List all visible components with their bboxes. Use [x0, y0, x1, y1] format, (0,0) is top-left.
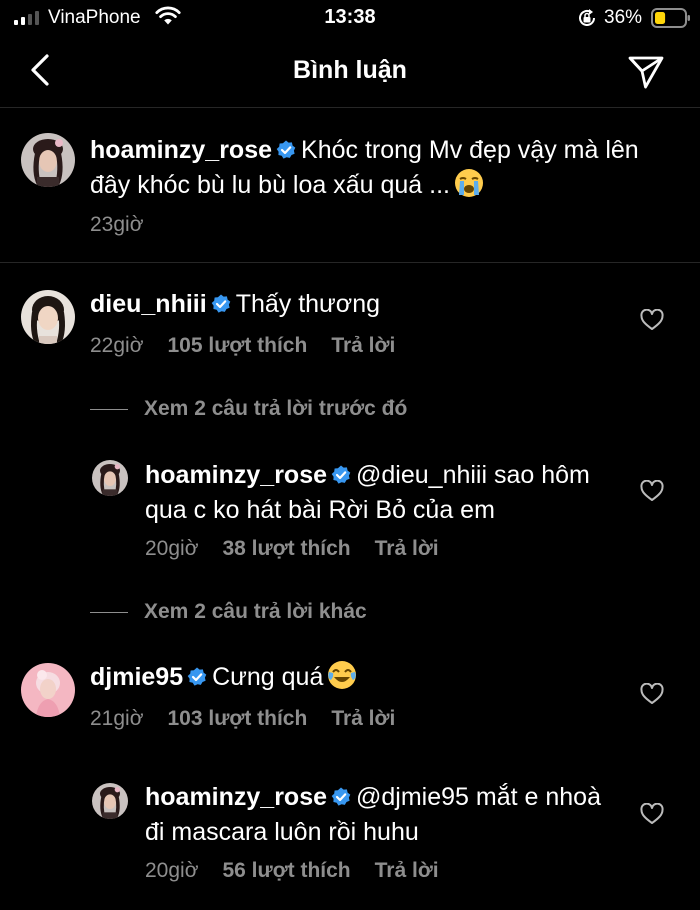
like-count[interactable]: 105 lượt thích — [167, 334, 307, 357]
avatar[interactable] — [21, 290, 75, 344]
avatar[interactable] — [92, 460, 128, 496]
post-caption: hoaminzy_rose Khóc trong Mv đẹp vậy mà lê… — [0, 108, 700, 263]
reply-button[interactable]: Trả lời — [375, 537, 439, 560]
verified-badge-icon — [211, 294, 230, 313]
battery-percentage: 36% — [604, 7, 643, 28]
caption-text: hoaminzy_rose Khóc trong Mv đẹp vậy mà lê… — [90, 133, 670, 203]
loudly-crying-face-icon — [454, 169, 483, 197]
paper-plane-icon — [628, 56, 664, 89]
caption-meta: 23giờ — [90, 213, 143, 237]
verified-badge-icon — [331, 465, 351, 484]
comment-meta: 22giờ 105 lượt thích Trả lời — [90, 334, 395, 358]
avatar[interactable] — [21, 663, 75, 717]
comment-text: dieu_nhiii Thấy thương — [90, 287, 620, 322]
view-replies-label: Xem 2 câu trả lời khác — [144, 600, 367, 623]
status-bar: VinaPhone 13:38 36% — [0, 0, 700, 36]
heart-icon[interactable] — [640, 309, 664, 331]
page-title: Bình luận — [293, 56, 407, 84]
view-replies-label: Xem 2 câu trả lời trước đó — [144, 397, 408, 420]
heart-icon[interactable] — [640, 480, 664, 502]
share-button[interactable] — [624, 50, 668, 94]
rotation-lock-icon — [579, 9, 595, 26]
comment-username[interactable]: djmie95 — [90, 663, 183, 691]
reply-text: hoaminzy_rose @dieu_nhiii sao hôm qua c k… — [145, 458, 615, 528]
face-with-tears-of-joy-icon — [328, 661, 357, 689]
comment-meta: 21giờ 103 lượt thích Trả lời — [90, 707, 395, 731]
battery-icon — [651, 8, 690, 28]
like-count[interactable]: 56 lượt thích — [222, 859, 350, 882]
verified-badge-icon — [187, 667, 207, 686]
reply-button[interactable]: Trả lời — [375, 859, 439, 882]
view-previous-replies-button[interactable]: Xem 2 câu trả lời trước đó — [90, 397, 407, 421]
reply-text: hoaminzy_rose @djmie95 mắt e nhoà đi masc… — [145, 780, 605, 850]
comment-body: Thấy thương — [235, 290, 380, 318]
reply-button[interactable]: Trả lời — [331, 707, 395, 730]
reply-username[interactable]: hoaminzy_rose — [145, 461, 327, 489]
comments-header: Bình luận — [0, 36, 700, 108]
reply-username[interactable]: hoaminzy_rose — [145, 783, 327, 811]
comment-body: Cưng quá — [212, 663, 324, 691]
like-count[interactable]: 38 lượt thích — [222, 537, 350, 560]
heart-icon[interactable] — [640, 683, 664, 705]
reply-meta: 20giờ 56 lượt thích Trả lời — [145, 859, 439, 883]
reply-button[interactable]: Trả lời — [331, 334, 395, 357]
divider-line — [90, 611, 128, 613]
comment-username[interactable]: dieu_nhiii — [90, 290, 207, 318]
comment-text: djmie95 Cưng quá — [90, 660, 620, 695]
caption-username[interactable]: hoaminzy_rose — [90, 136, 272, 164]
verified-badge-icon — [331, 787, 351, 806]
avatar[interactable] — [92, 783, 128, 819]
comment-timestamp: 22giờ — [90, 334, 144, 357]
caption-timestamp: 23giờ — [90, 213, 144, 236]
avatar[interactable] — [21, 133, 75, 187]
comment-timestamp: 21giờ — [90, 707, 144, 730]
reply-timestamp: 20giờ — [145, 859, 199, 882]
divider-line — [90, 408, 128, 410]
like-count[interactable]: 103 lượt thích — [167, 707, 307, 730]
reply-meta: 20giờ 38 lượt thích Trả lời — [145, 537, 439, 561]
view-more-replies-button[interactable]: Xem 2 câu trả lời khác — [90, 600, 367, 624]
reply-timestamp: 20giờ — [145, 537, 199, 560]
heart-icon[interactable] — [640, 803, 664, 825]
verified-badge-icon — [276, 140, 296, 159]
